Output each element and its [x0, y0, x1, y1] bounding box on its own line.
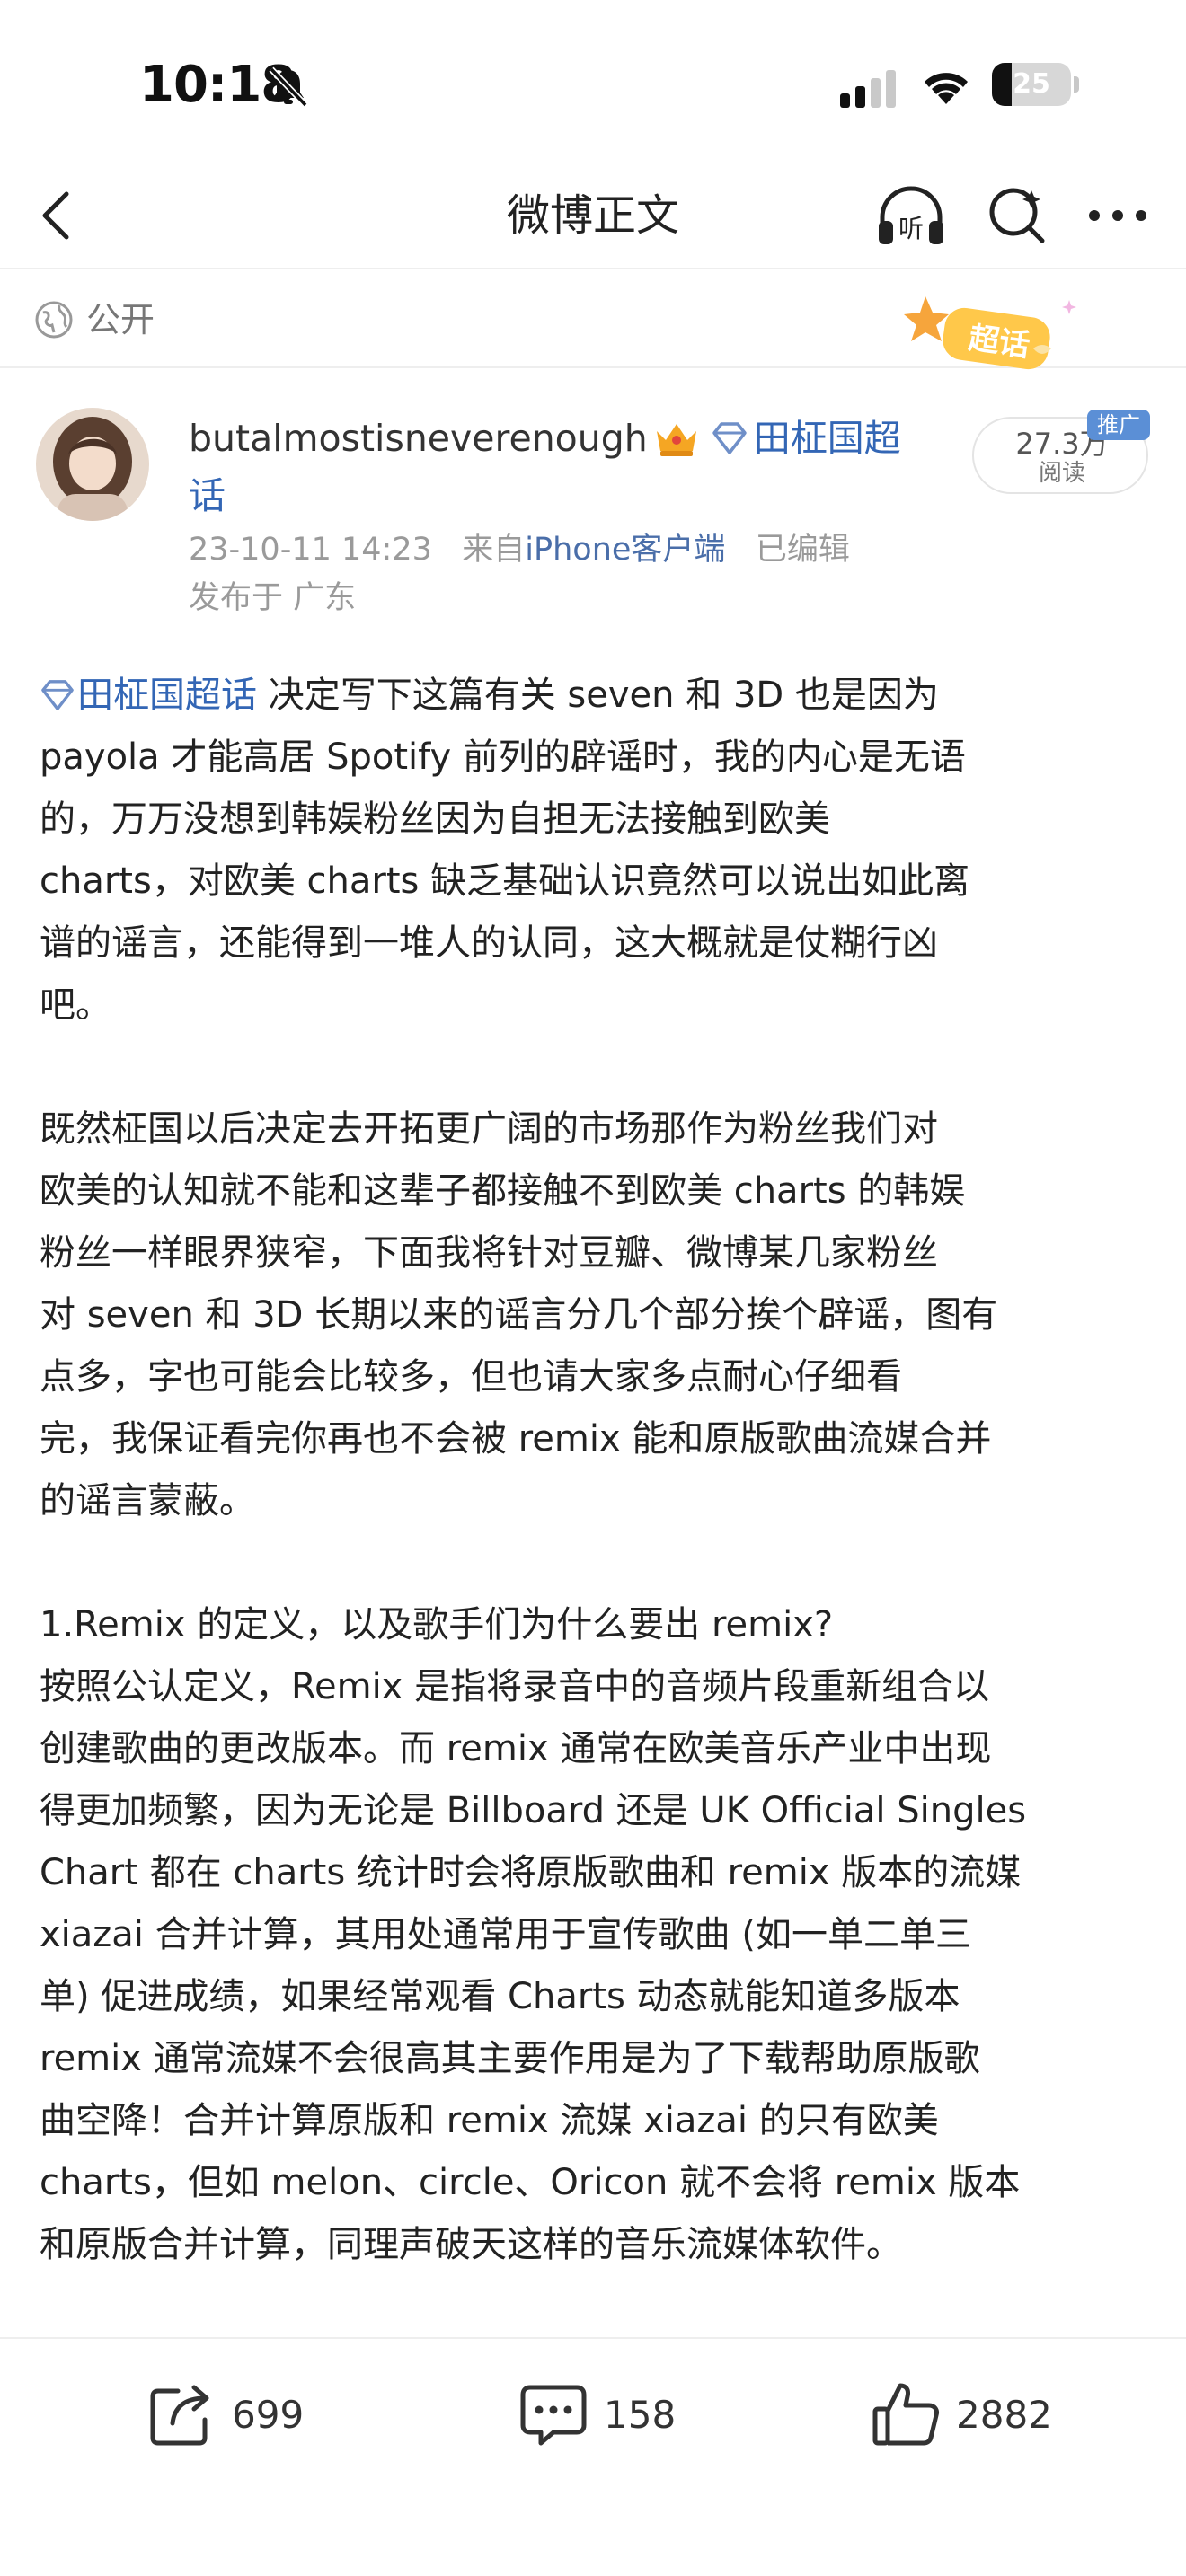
- share-icon: [150, 2385, 209, 2446]
- post-location: 发布于 广东: [189, 580, 357, 616]
- nav-bar: 微博正文 听: [0, 162, 1186, 269]
- post-line: remix 通常流媒不会很高其主要作用是为了下载帮助原版歌: [40, 2038, 980, 2079]
- action-bar: 699 158 2882: [0, 2337, 1186, 2490]
- post-line: 谱的谣言，还能得到一堆人的认同，这大概就是仗糊行凶: [40, 922, 938, 964]
- author-name[interactable]: butalmostisneverenough: [189, 417, 648, 460]
- cellular-signal-icon: [840, 70, 896, 108]
- source-client-link[interactable]: iPhone客户端: [525, 532, 725, 568]
- diamond-icon: [41, 680, 74, 710]
- listen-headphones-icon[interactable]: 听: [873, 180, 949, 251]
- like-button[interactable]: 2882: [870, 2375, 1085, 2456]
- post-line: 的谣言蒙蔽。: [40, 1480, 255, 1522]
- vip-crown-icon: [656, 424, 696, 456]
- post-line: 吧。: [40, 984, 111, 1026]
- post-line: 1.Remix 的定义，以及歌手们为什么要出 remix?: [40, 1604, 834, 1645]
- comment-count: 158: [604, 2393, 677, 2437]
- post-line: charts，对欧美 charts 缺乏基础认识竟然可以说出如此离: [40, 860, 970, 902]
- post-line: 单) 促进成绩，如果经常观看 Charts 动态就能知道多版本: [40, 1976, 960, 2017]
- repost-button[interactable]: 699: [146, 2375, 361, 2456]
- status-bar: 10:18 25: [0, 0, 1186, 162]
- edited-label[interactable]: 已编辑: [756, 532, 850, 568]
- like-count: 2882: [956, 2393, 1052, 2437]
- source-prefix: 来自: [462, 532, 526, 568]
- post-line: 创建歌曲的更改版本。而 remix 通常在欧美音乐产业中出现: [40, 1728, 992, 1769]
- body-topic-link[interactable]: 田柾国超话: [40, 675, 257, 716]
- avatar[interactable]: [36, 408, 149, 521]
- comment-button[interactable]: 158: [518, 2375, 733, 2456]
- bell-muted-icon: [269, 66, 308, 108]
- post-line: Chart 都在 charts 统计时会将原版歌曲和 remix 版本的流媒: [40, 1852, 1022, 1893]
- post-line: 的，万万没想到韩娱粉丝因为自担无法接触到欧美: [40, 798, 830, 840]
- post-line: 得更加频繁，因为无论是 Billboard 还是 UK Official Sin…: [40, 1790, 1027, 1831]
- post-line: 点多，字也可能会比较多，但也请大家多点耐心仔细看: [40, 1356, 902, 1398]
- battery-indicator: 25: [992, 63, 1079, 106]
- post-body: 田柾国超话 决定写下这篇有关 seven 和 3D 也是因为 payola 才能…: [40, 665, 1157, 2276]
- post-line: payola 才能高居 Spotify 前列的辟谣时，我的内心是无语: [40, 737, 966, 778]
- post-meta: 23-10-11 14:23 来自iPhone客户端 已编辑: [189, 526, 850, 573]
- battery-level: 25: [1013, 68, 1050, 100]
- search-icon[interactable]: [983, 181, 1051, 250]
- avatar-image: [36, 408, 149, 521]
- post-line: 对 seven 和 3D 长期以来的谣言分几个部分挨个辟谣，图有: [40, 1294, 998, 1336]
- post-line: 按照公认定义，Remix 是指将录音中的音频片段重新组合以: [40, 1666, 990, 1707]
- post-line: 既然柾国以后决定去开拓更广阔的市场那作为粉丝我们对: [40, 1108, 938, 1150]
- author-line: butalmostisneverenough 田柾国超话: [189, 410, 934, 525]
- globe-icon: [35, 301, 73, 339]
- comment-icon: [520, 2385, 587, 2446]
- read-label: 阅读: [1038, 460, 1085, 487]
- body-topic-text: 田柾国超话: [77, 675, 257, 716]
- post-date: 23-10-11 14:23: [189, 532, 432, 568]
- visibility-row: 公开 超话: [0, 271, 1186, 370]
- wifi-icon: [925, 73, 968, 104]
- diamond-icon: [712, 422, 747, 454]
- post-text: 决定写下这篇有关 seven 和 3D 也是因为: [257, 675, 939, 716]
- post-line: xiazai 合并计算，其用处通常用于宣传歌曲 (如一单二单三: [40, 1914, 971, 1955]
- super-topic-link-text: 田柾国超: [753, 417, 901, 460]
- post-line: charts，但如 melon、circle、Oricon 就不会将 remix…: [40, 2162, 1021, 2203]
- more-options-icon[interactable]: [1084, 181, 1152, 250]
- post-line: 和原版合并计算，同理声破天这样的音乐流媒体软件。: [40, 2224, 902, 2265]
- svg-text:听: 听: [898, 214, 924, 243]
- post-line: 曲空降！合并计算原版和 remix 流媒 xiazai 的只有欧美: [40, 2100, 939, 2141]
- thumbs-up-icon: [872, 2383, 939, 2446]
- post-line: 田柾国超话 决定写下这篇有关 seven 和 3D 也是因为: [40, 665, 1157, 727]
- post-line: 欧美的认知就不能和这辈子都接触不到欧美 charts 的韩娱: [40, 1170, 966, 1212]
- post-line: 粉丝一样眼界狭窄，下面我将针对豆瓣、微博某几家粉丝: [40, 1232, 938, 1274]
- super-topic-sticker[interactable]: 超话: [898, 291, 1096, 379]
- promoted-tag: 推广: [1087, 410, 1150, 440]
- super-topic-link-text-end: 话: [189, 474, 226, 517]
- post-line: 完，我保证看完你再也不会被 remix 能和原版歌曲流媒合并: [40, 1418, 992, 1460]
- repost-count: 699: [232, 2393, 305, 2437]
- visibility-label: 公开: [86, 300, 155, 340]
